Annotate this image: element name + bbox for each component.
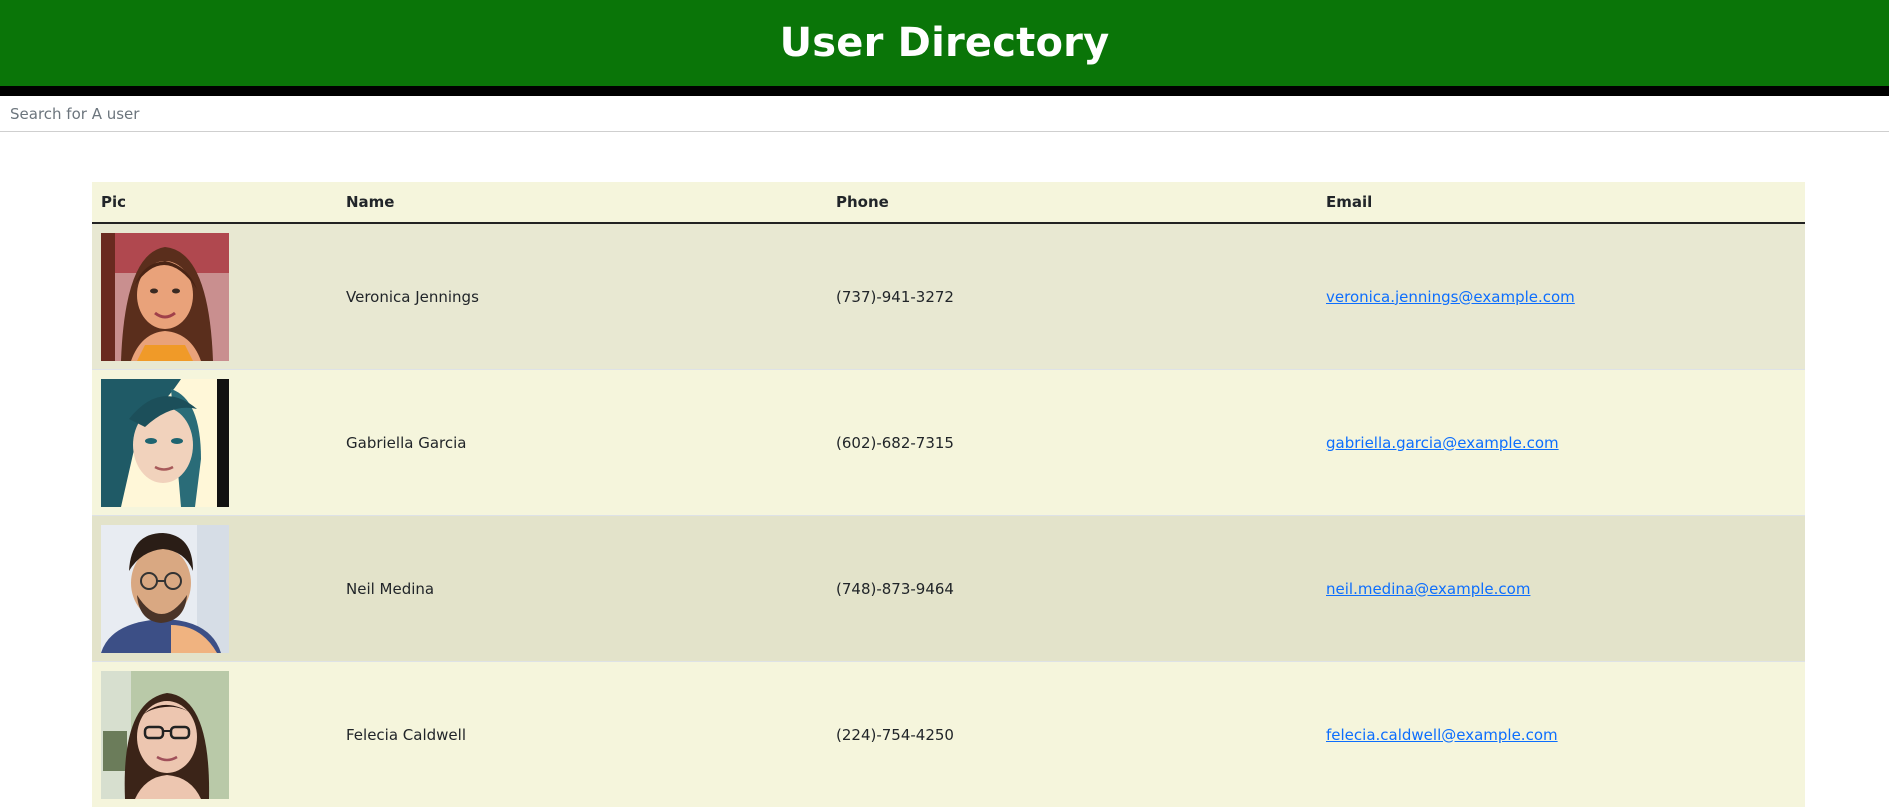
- email-link[interactable]: gabriella.garcia@example.com: [1326, 434, 1559, 452]
- column-header-phone[interactable]: Phone: [827, 182, 1317, 223]
- user-table: Pic Name Phone Email: [92, 182, 1805, 807]
- table-row: Felecia Caldwell (224)-754-4250 felecia.…: [92, 662, 1805, 807]
- user-table-container: Pic Name Phone Email: [92, 182, 1805, 807]
- table-header-row: Pic Name Phone Email: [92, 182, 1805, 223]
- email-link[interactable]: veronica.jennings@example.com: [1326, 288, 1575, 306]
- pic-cell: [92, 516, 337, 662]
- phone-cell: (224)-754-4250: [827, 662, 1317, 807]
- table-row: Gabriella Garcia (602)-682-7315 gabriell…: [92, 370, 1805, 516]
- search-bar: [0, 96, 1889, 132]
- pic-cell: [92, 223, 337, 370]
- email-cell: gabriella.garcia@example.com: [1317, 370, 1805, 516]
- phone-cell: (737)-941-3272: [827, 223, 1317, 370]
- phone-cell: (748)-873-9464: [827, 516, 1317, 662]
- phone-cell: (602)-682-7315: [827, 370, 1317, 516]
- email-cell: felecia.caldwell@example.com: [1317, 662, 1805, 807]
- page-header: User Directory: [0, 0, 1889, 86]
- name-cell: Neil Medina: [337, 516, 827, 662]
- user-photo-icon: [101, 525, 229, 653]
- user-photo-icon: [101, 233, 229, 361]
- name-cell: Felecia Caldwell: [337, 662, 827, 807]
- email-cell: neil.medina@example.com: [1317, 516, 1805, 662]
- column-header-pic[interactable]: Pic: [92, 182, 337, 223]
- email-link[interactable]: neil.medina@example.com: [1326, 580, 1530, 598]
- table-row: Neil Medina (748)-873-9464 neil.medina@e…: [92, 516, 1805, 662]
- user-photo-icon: [101, 671, 229, 799]
- name-cell: Gabriella Garcia: [337, 370, 827, 516]
- email-link[interactable]: felecia.caldwell@example.com: [1326, 726, 1558, 744]
- column-header-name[interactable]: Name: [337, 182, 827, 223]
- header-divider: [0, 86, 1889, 96]
- pic-cell: [92, 662, 337, 807]
- user-photo-icon: [101, 379, 229, 507]
- table-row: Veronica Jennings (737)-941-3272 veronic…: [92, 223, 1805, 370]
- column-header-email[interactable]: Email: [1317, 182, 1805, 223]
- name-cell: Veronica Jennings: [337, 223, 827, 370]
- page-title: User Directory: [780, 20, 1110, 66]
- search-input[interactable]: [0, 96, 1889, 131]
- pic-cell: [92, 370, 337, 516]
- email-cell: veronica.jennings@example.com: [1317, 223, 1805, 370]
